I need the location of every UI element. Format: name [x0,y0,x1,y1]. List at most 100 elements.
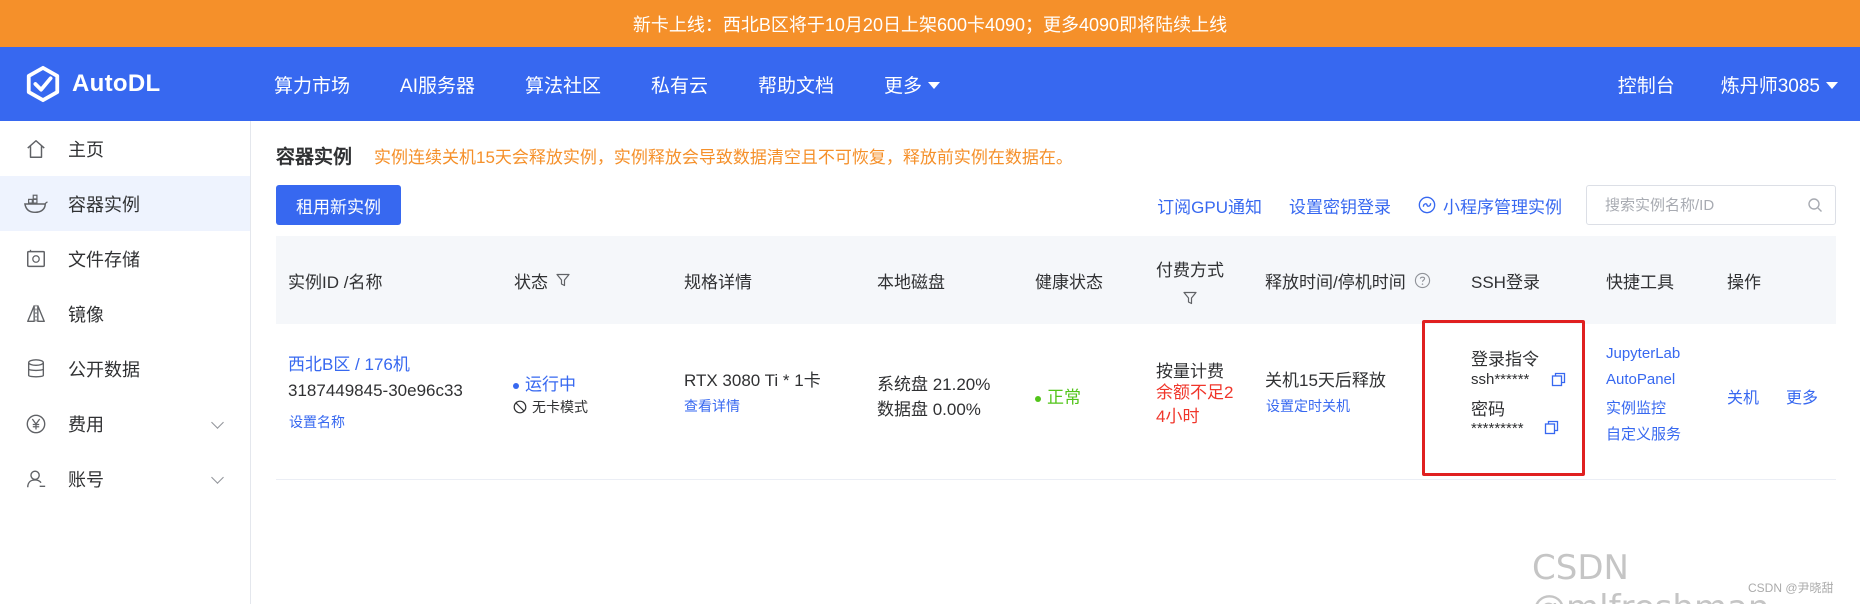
shutdown-button[interactable]: 关机 [1727,384,1759,408]
nav-algorithm-community[interactable]: 算法社区 [525,71,601,98]
balance-warning: 余额不足24小时 [1156,383,1234,426]
header-status-label: 状态 [514,272,548,292]
header-ops: 操作 [1727,272,1761,292]
chevron-down-icon [211,471,224,484]
mini-program-label: 小程序管理实例 [1443,197,1562,217]
sidebar-item-file-storage[interactable]: 文件存储 [0,231,250,286]
health-status: 正常 [1035,383,1081,408]
no-gpu-icon [513,400,527,414]
ssh-highlight-box [1422,320,1585,476]
main-content: 容器实例 实例连续关机15天会释放实例，实例释放会导致数据清空且不可恢复，释放前… [276,121,1836,480]
health-dot-icon [1035,395,1041,402]
sidebar-item-label: 费用 [68,414,104,435]
ssh-key-login-link[interactable]: 设置密钥登录 [1289,193,1391,218]
header-ssh: SSH登录 [1471,272,1540,292]
header-billing-label: 付费方式 [1156,260,1224,280]
header-spec: 规格详情 [684,272,752,292]
nav-private-cloud[interactable]: 私有云 [651,71,708,98]
caret-down-icon [1826,81,1838,89]
caret-down-icon [928,81,941,89]
sidebar: 主页 容器实例 文件存储 镜像 公开数据 费用 账号 [0,121,251,604]
timed-shutdown-link[interactable]: 设置定时关机 [1266,396,1350,416]
top-navbar: AutoDL 算力市场 AI服务器 算法社区 私有云 帮助文档 更多 控制台 炼… [0,47,1860,121]
gpu-spec: RTX 3080 Ti * 1卡 [684,371,821,390]
gpu-mode-text: 无卡模式 [532,399,588,415]
page-title: 容器实例 [276,147,353,168]
header-disk: 本地磁盘 [877,272,945,292]
filter-icon[interactable] [1183,291,1197,305]
sidebar-item-label: 镜像 [68,304,104,325]
sidebar-item-billing[interactable]: 费用 [0,396,250,451]
user-name: 炼丹师3085 [1720,75,1820,97]
sidebar-item-label: 文件存储 [68,249,140,270]
gpu-mode: 无卡模式 [513,397,588,417]
user-menu[interactable]: 炼丹师3085 [1721,71,1838,98]
watermark-sub: CSDN @尹晓甜 [1748,581,1834,595]
mini-program-link[interactable]: 小程序管理实例 [1418,193,1562,218]
announcement-bar: 新卡上线：西北B区将于10月20日上架600卡4090；更多4090即将陆续上线 [0,0,1860,47]
billing-mode: 按量计费 [1156,362,1224,381]
data-disk-usage: 数据盘 0.00% [877,400,981,419]
health-text: 正常 [1047,388,1081,407]
tool-instance-monitor[interactable]: 实例监控 [1606,397,1666,418]
header-id-name: 实例ID /名称 [288,272,383,292]
header-tools: 快捷工具 [1606,272,1674,292]
set-name-link[interactable]: 设置名称 [289,412,345,432]
nav-ai-servers[interactable]: AI服务器 [400,71,475,98]
system-disk-usage: 系统盘 21.20% [877,375,991,394]
instance-table: 实例ID /名称 状态 规格详情 本地磁盘 健康状态 付费方式 释放时间/停机时… [276,236,1836,480]
tool-custom-service[interactable]: 自定义服务 [1606,423,1681,444]
nav-help-docs[interactable]: 帮助文档 [758,71,834,98]
user-icon [24,467,48,491]
mini-program-icon [1418,196,1436,214]
subscribe-gpu-notify-link[interactable]: 订阅GPU通知 [1157,193,1262,218]
tool-autopanel[interactable]: AutoPanel [1606,371,1675,388]
nav-more-label: 更多 [884,75,923,97]
chevron-down-icon [211,416,224,429]
help-icon[interactable] [1414,272,1431,289]
logo[interactable]: AutoDL [24,65,274,103]
tool-jupyterlab[interactable]: JupyterLab [1606,345,1680,362]
sidebar-item-containers[interactable]: 容器实例 [0,176,250,231]
sidebar-item-account[interactable]: 账号 [0,451,250,506]
instance-name-link[interactable]: 西北B区 / 176机 [288,350,410,375]
header-release: 释放时间/停机时间 [1265,236,1431,324]
header-release-label: 释放时间/停机时间 [1265,272,1406,292]
view-details-link[interactable]: 查看详情 [684,396,740,416]
search-input[interactable] [1605,196,1807,214]
file-storage-icon [24,247,48,271]
release-policy: 关机15天后释放 [1265,371,1386,390]
filter-icon[interactable] [556,273,570,287]
search-box [1586,185,1836,225]
announcement-text: 新卡上线：西北B区将于10月20日上架600卡4090；更多4090即将陆续上线 [632,14,1228,35]
container-icon [24,192,48,216]
header-billing: 付费方式 [1156,236,1224,324]
database-icon [24,357,48,381]
nav-more[interactable]: 更多 [884,71,941,98]
sidebar-item-label: 公开数据 [68,359,140,380]
autodl-logo-icon [26,65,60,103]
home-icon [24,137,48,161]
search-icon[interactable] [1807,197,1823,213]
instance-id: 3187449845-30e96c33 [288,381,463,400]
sidebar-item-home[interactable]: 主页 [0,121,250,176]
header-health: 健康状态 [1035,272,1103,292]
logo-text: AutoDL [72,70,161,97]
rent-new-instance-button[interactable]: 租用新实例 [276,185,401,225]
table-row: 西北B区 / 176机 3187449845-30e96c33 设置名称 运行中… [276,324,1836,480]
nav-console[interactable]: 控制台 [1618,71,1675,98]
yen-icon [24,412,48,436]
toolbar: 租用新实例 订阅GPU通知 设置密钥登录 小程序管理实例 [276,185,1836,225]
release-warning: 实例连续关机15天会释放实例，实例释放会导致数据清空且不可恢复，释放前实例在数据… [374,148,1073,167]
sidebar-item-public-data[interactable]: 公开数据 [0,341,250,396]
sidebar-item-label: 容器实例 [68,194,140,215]
sidebar-item-label: 账号 [68,469,104,490]
more-actions-button[interactable]: 更多 [1786,384,1818,408]
status-text: 运行中 [525,375,576,394]
sidebar-item-images[interactable]: 镜像 [0,286,250,341]
nav-compute-market[interactable]: 算力市场 [274,71,350,98]
status-badge: 运行中 [513,370,576,395]
image-mirror-icon [24,302,48,326]
status-dot-icon [513,382,519,389]
header-status: 状态 [514,236,570,324]
